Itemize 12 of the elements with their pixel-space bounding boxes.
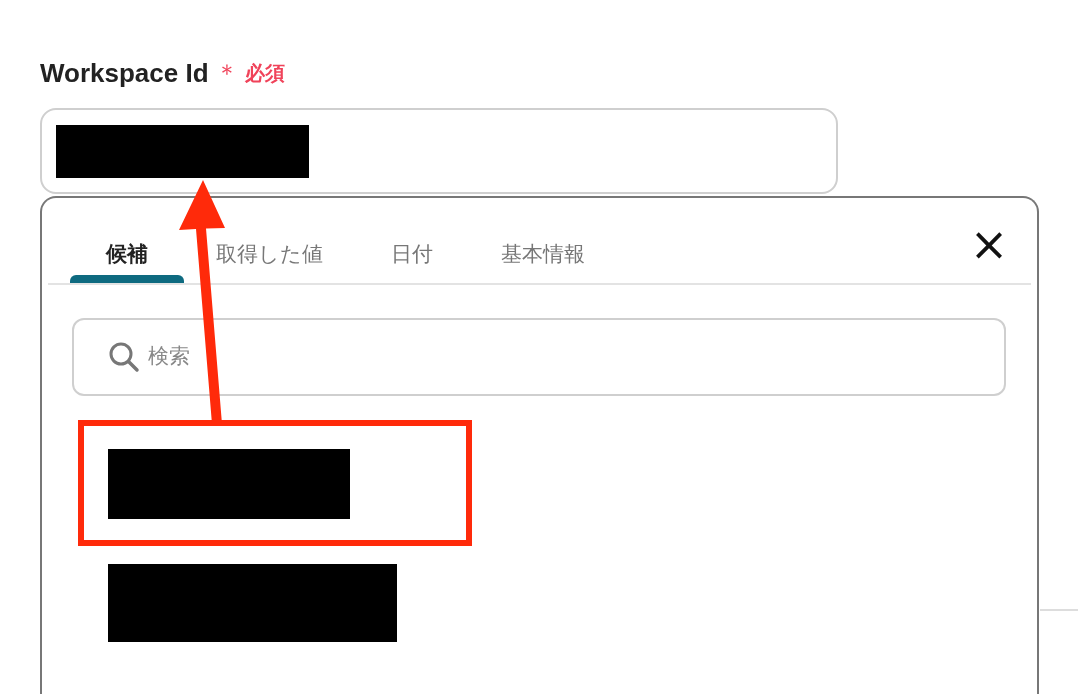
tab[interactable]: 取得した値 [182,196,357,283]
search-placeholder: 検索 [148,343,190,371]
tab[interactable]: 日付 [357,196,467,283]
tab[interactable]: 候補 [72,196,182,283]
required-text: 必須 [244,60,285,87]
search-icon [108,341,140,373]
input-field[interactable] [40,108,838,194]
required-mark: ＊ [214,58,239,89]
field-label: Workspace Id [40,56,209,90]
tab[interactable]: 基本情報 [467,196,619,283]
close-button[interactable]: × [969,220,1009,268]
search-field[interactable]: 検索 [72,318,1006,396]
